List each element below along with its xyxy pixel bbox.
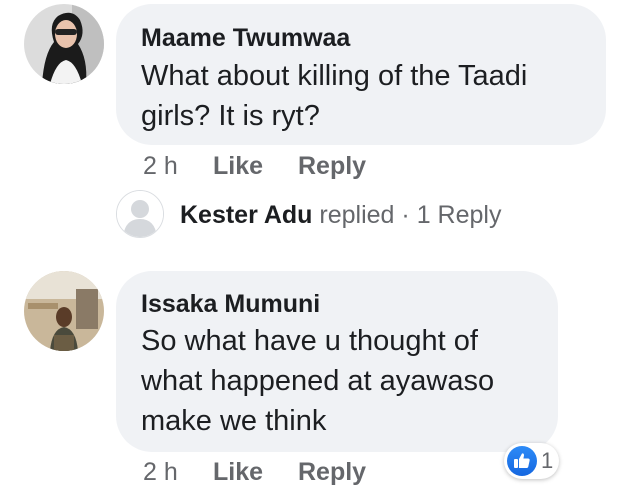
separator-dot: ·: [401, 201, 410, 229]
avatar[interactable]: [24, 271, 104, 351]
comment-timestamp[interactable]: 2 h: [143, 152, 178, 181]
comment-text-line: What about killing of the Taadi: [141, 60, 528, 92]
default-profile-icon: [117, 191, 163, 237]
reply-count[interactable]: 1 Reply: [417, 201, 502, 229]
thumbs-up-icon: [507, 446, 537, 476]
reaction-badge[interactable]: 1: [504, 443, 560, 479]
comment-text-line: make we think: [141, 405, 327, 437]
comment-timestamp[interactable]: 2 h: [143, 458, 178, 487]
replied-verb: replied: [319, 201, 395, 229]
comment-author[interactable]: Issaka Mumuni: [141, 290, 320, 319]
comment-author[interactable]: Maame Twumwaa: [141, 24, 350, 53]
replier-name[interactable]: Kester Adu: [180, 201, 312, 229]
comment-text-line: what happened at ayawaso: [141, 365, 495, 397]
replies-text[interactable]: Kester Adu replied · 1 Reply: [180, 201, 501, 230]
avatar-photo-icon: [24, 4, 104, 84]
replier-avatar: [116, 190, 164, 238]
reply-button[interactable]: Reply: [298, 152, 366, 181]
avatar[interactable]: [24, 4, 104, 84]
avatar-photo-icon: [24, 271, 104, 351]
comment-text-line: So what have u thought of: [141, 325, 478, 357]
comment-text-line: girls? It is ryt?: [141, 100, 320, 132]
reply-button[interactable]: Reply: [298, 458, 366, 487]
like-button[interactable]: Like: [213, 458, 263, 487]
reaction-count: 1: [541, 448, 554, 473]
like-button[interactable]: Like: [213, 152, 263, 181]
